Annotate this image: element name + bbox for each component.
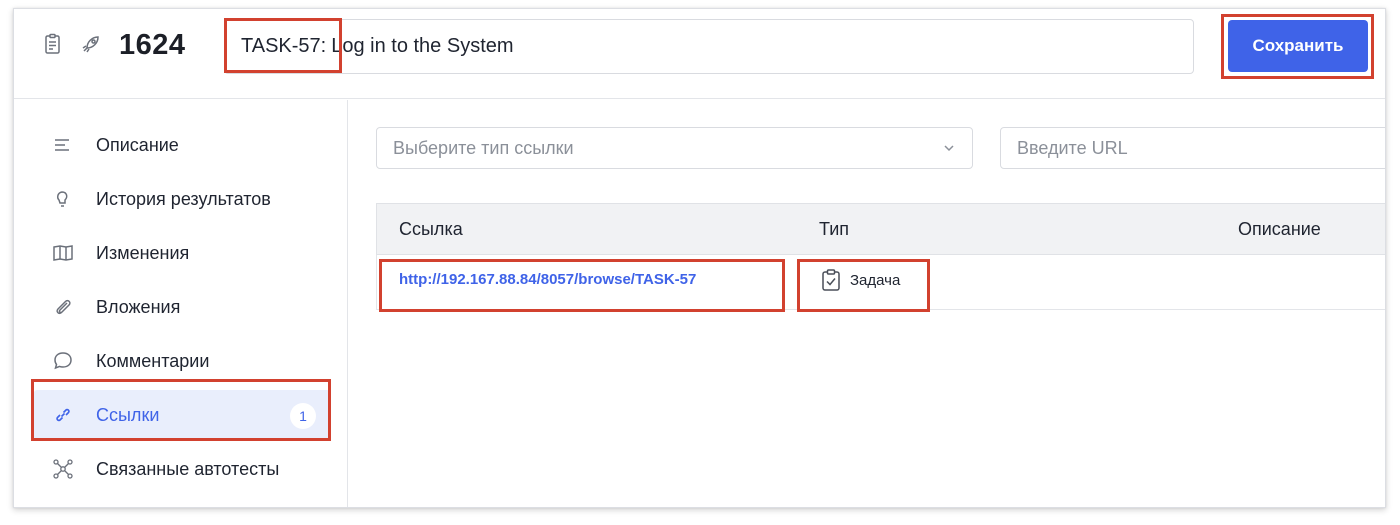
autotest-graph-icon [50,456,76,482]
column-header-link[interactable]: Ссылка [399,219,463,240]
highlight-title-key [224,18,342,73]
table-header: Ссылка Тип Описание [376,203,1385,255]
sidebar-item-label: История результатов [96,188,271,209]
description-lines-icon [50,132,76,158]
highlight-save-button [1221,14,1374,79]
sidebar-item-label: Вложения [96,296,181,317]
highlight-link-type [797,259,930,312]
column-header-type[interactable]: Тип [819,219,849,240]
sidebar-item-attachments[interactable]: Вложения [34,282,330,332]
sidebar-item-changes[interactable]: Изменения [34,228,330,278]
url-input[interactable]: Введите URL [1000,127,1385,169]
sidebar-item-label: Связанные автотесты [96,458,280,479]
link-type-placeholder: Выберите тип ссылки [393,137,574,158]
rocket-icon[interactable] [80,33,102,55]
case-id: 1624 [119,29,186,61]
sidebar-item-description[interactable]: Описание [34,120,330,170]
sidebar-item-label: Комментарии [96,350,210,371]
chevron-down-icon [944,145,954,152]
highlight-link-url [379,259,785,312]
sidebar: Описание История результатов Изменения В… [14,100,348,507]
book-icon [50,240,76,266]
comment-icon [50,348,76,374]
lightbulb-icon [50,186,76,212]
header: 1624 TASK-57: Log in to the System Сохра… [14,9,1385,99]
title-text: Log in to the System [331,35,514,57]
sidebar-item-label: Изменения [96,242,190,263]
clipboard-icon[interactable] [42,33,64,55]
highlight-links-nav [31,379,331,441]
paperclip-icon [50,294,76,320]
sidebar-item-linked-autotests[interactable]: Связанные автотесты [34,444,330,494]
sidebar-item-results-history[interactable]: История результатов [34,174,330,224]
column-header-description[interactable]: Описание [1238,219,1321,240]
sidebar-item-label: Описание [96,134,179,155]
title-input[interactable]: TASK-57: Log in to the System [224,19,1194,74]
test-case-window: 1624 TASK-57: Log in to the System Сохра… [13,8,1386,508]
link-type-select[interactable]: Выберите тип ссылки [376,127,973,169]
url-placeholder: Введите URL [1017,137,1128,158]
